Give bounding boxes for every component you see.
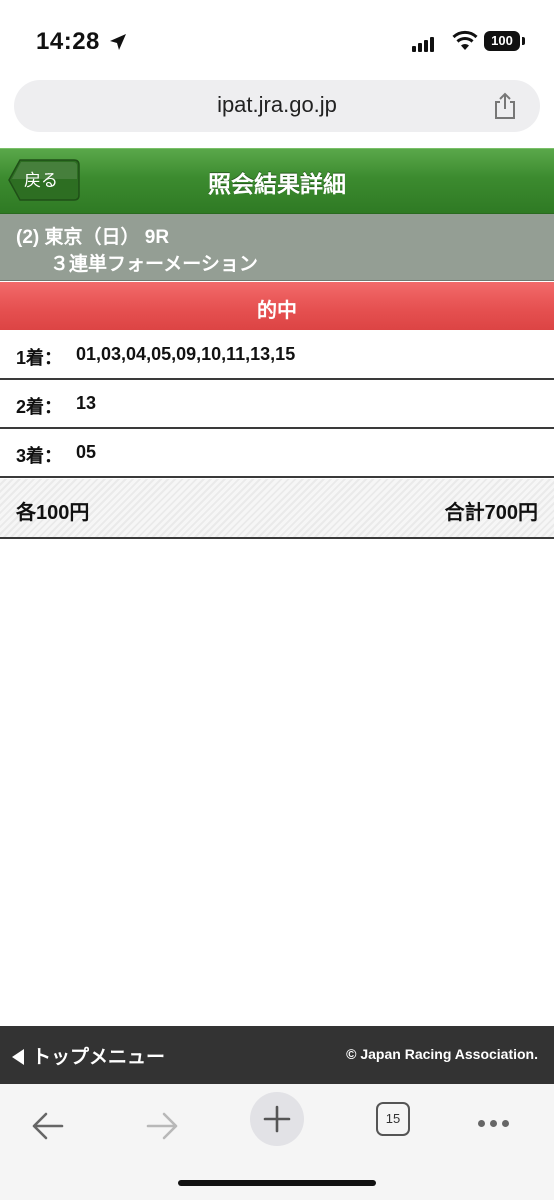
left-triangle-icon xyxy=(12,1049,24,1065)
copyright: © Japan Racing Association. xyxy=(346,1046,538,1062)
tabs-icon[interactable]: 15 xyxy=(376,1102,410,1136)
total-amount: 合計700円 xyxy=(444,502,538,524)
position-value: 13 xyxy=(76,393,97,413)
position-row-2: 2着： 13 xyxy=(0,381,554,429)
position-row-3: 3着： 05 xyxy=(0,430,554,478)
wifi-icon xyxy=(452,30,478,50)
bet-type: ３連単フォーメーション xyxy=(50,254,258,275)
race-venue: (2) 東京（日） 9R xyxy=(16,227,170,248)
position-row-1: 1着： 01,03,04,05,09,10,11,13,15 xyxy=(0,332,554,380)
position-label: 1着： xyxy=(16,348,63,368)
site-footer: トップメニュー © Japan Racing Association. xyxy=(0,1026,554,1084)
new-tab-button[interactable] xyxy=(250,1092,304,1146)
status-time: 14:28 xyxy=(36,28,100,55)
more-icon[interactable] xyxy=(478,1114,514,1132)
position-label: 2着： xyxy=(16,397,63,417)
url-text[interactable]: ipat.jra.go.jp xyxy=(14,92,540,118)
top-menu-label: トップメニュー xyxy=(32,1047,166,1068)
battery-tip xyxy=(522,37,525,45)
forward-arrow-icon[interactable] xyxy=(134,1098,190,1154)
amount-summary: 各100円 合計700円 xyxy=(0,479,554,539)
top-menu-link[interactable]: トップメニュー xyxy=(12,1042,165,1069)
location-arrow-icon xyxy=(110,34,126,50)
unit-price: 各100円 xyxy=(16,502,90,524)
plus-icon xyxy=(263,1105,291,1133)
page-title: 照会結果詳細 xyxy=(208,171,346,197)
back-arrow-icon[interactable] xyxy=(20,1098,76,1154)
battery-icon: 100 xyxy=(484,31,520,51)
result-status-bar: 的中 xyxy=(0,282,554,330)
address-bar[interactable]: ipat.jra.go.jp xyxy=(14,80,540,132)
status-bar: 14:28 100 xyxy=(0,0,554,80)
home-indicator xyxy=(178,1180,376,1186)
share-icon[interactable] xyxy=(492,92,518,120)
position-value: 05 xyxy=(76,442,97,462)
position-label: 3着： xyxy=(16,446,63,466)
race-info: (2) 東京（日） 9R ３連単フォーメーション xyxy=(0,214,554,281)
signal-icon xyxy=(412,34,436,52)
position-value: 01,03,04,05,09,10,11,13,15 xyxy=(76,344,296,364)
result-status: 的中 xyxy=(257,300,297,322)
page-header: 戻る 照会結果詳細 xyxy=(0,148,554,214)
